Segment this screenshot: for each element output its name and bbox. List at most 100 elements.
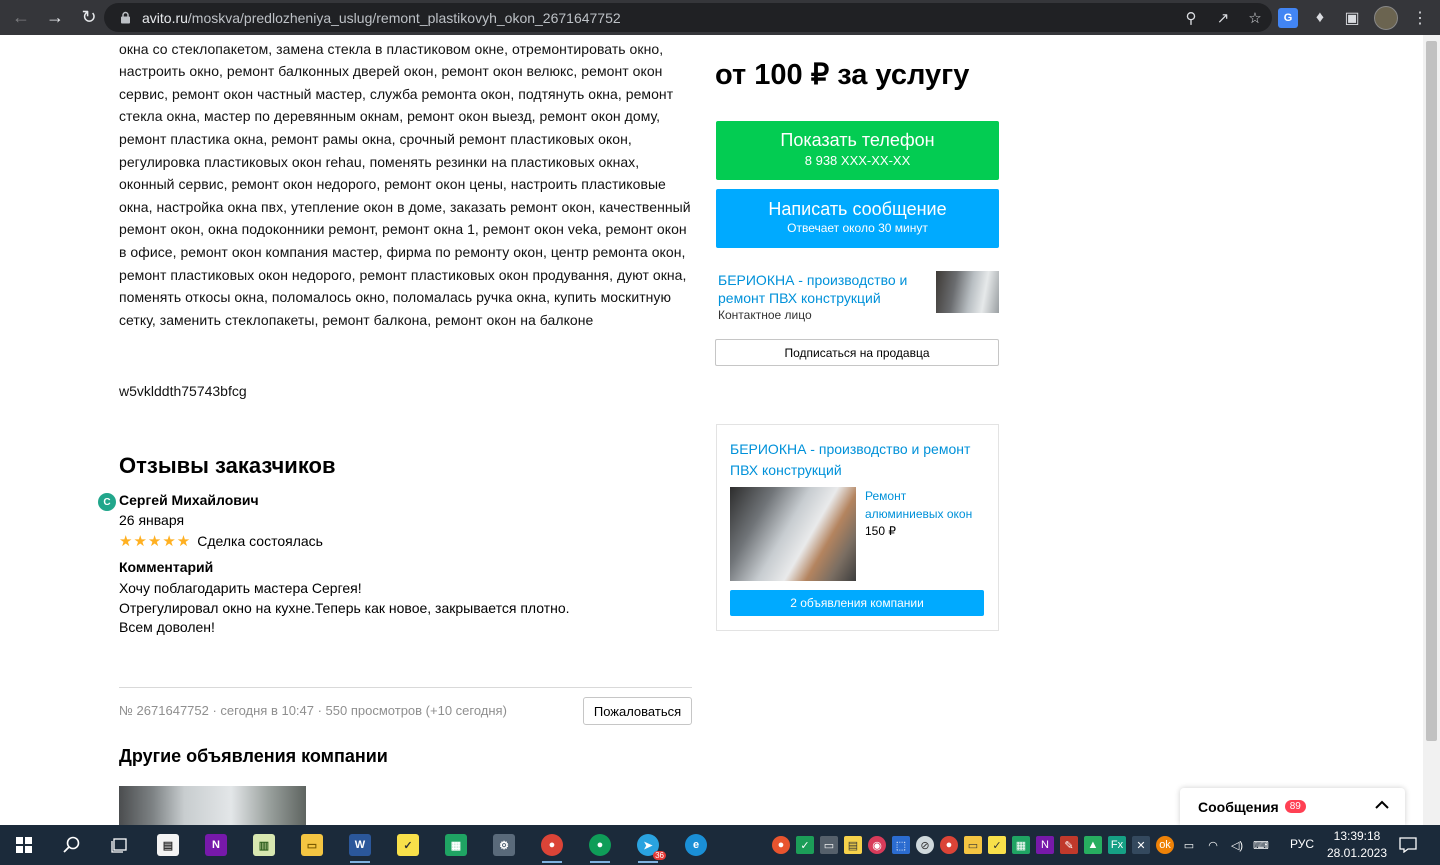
seller-name-link[interactable]: БЕРИОКНА - производство и ремонт ПВХ кон…: [718, 271, 928, 307]
review-comment: Хочу поблагодарить мастера Сергея! Отрег…: [119, 579, 570, 638]
write-message-button[interactable]: Написать сообщение Отвечает около 30 мин…: [716, 189, 999, 248]
chrome-profile-icon[interactable]: ●: [576, 825, 624, 865]
system-tray: ● ✓ ▭ ▤ ◉ ⬚ ⊘ ● ▭ ✓ ▦ N ✎ ▲ Fx ✕ ok ▭ ◠ …: [772, 825, 1270, 865]
company-ad-photo[interactable]: [730, 487, 856, 581]
write-message-label: Написать сообщение: [768, 199, 947, 219]
menu-kebab-icon[interactable]: ⋮: [1410, 8, 1430, 28]
volume-icon[interactable]: ◁): [1228, 836, 1246, 854]
messages-panel[interactable]: Сообщения 89: [1180, 788, 1405, 825]
divider: [119, 687, 692, 688]
chevron-up-icon[interactable]: [1375, 797, 1389, 813]
sheets-icon[interactable]: ▦: [432, 825, 480, 865]
tray-close-icon[interactable]: ✕: [1132, 836, 1150, 854]
subscribe-button[interactable]: Подписаться на продавца: [715, 339, 999, 366]
url-host: avito.ru: [142, 9, 188, 26]
google-translate-icon[interactable]: G: [1278, 7, 1298, 28]
side-panel-icon[interactable]: ▣: [1342, 8, 1362, 28]
company-ad-price: 150 ₽: [865, 524, 896, 538]
seller-role: Контактное лицо: [718, 308, 812, 322]
tray-chrome-icon[interactable]: ●: [940, 836, 958, 854]
reviewer-name: Сергей Михайлович: [119, 492, 259, 508]
extensions-puzzle-icon[interactable]: ♦: [1310, 8, 1330, 28]
windows-start-icon[interactable]: [0, 825, 48, 865]
tray-block-icon[interactable]: ⊘: [916, 836, 934, 854]
chrome-icon[interactable]: ●: [528, 825, 576, 865]
company-name-link[interactable]: БЕРИОКНА - производство и ремонт ПВХ кон…: [730, 439, 988, 481]
profile-avatar-icon[interactable]: [1374, 5, 1398, 30]
rating-stars-icon: ★★★★★: [119, 533, 192, 550]
reload-icon[interactable]: ↻: [72, 1, 106, 35]
tray-shield-icon[interactable]: ✓: [796, 836, 814, 854]
tray-fx-icon[interactable]: Fx: [1108, 836, 1126, 854]
tray-onenote-icon[interactable]: N: [1036, 836, 1054, 854]
address-bar[interactable]: avito.ru/moskva/predlozheniya_uslug/remo…: [104, 3, 1272, 32]
bookmark-star-icon[interactable]: ☆: [1246, 9, 1264, 27]
task-view-icon[interactable]: [96, 825, 144, 865]
company-card: БЕРИОКНА - производство и ремонт ПВХ кон…: [716, 424, 999, 631]
reviews-title: Отзывы заказчиков: [119, 453, 336, 478]
taskbar-clock[interactable]: 13:39:18 28.01.2023: [1326, 828, 1388, 862]
scrollbar-thumb[interactable]: [1426, 41, 1437, 741]
file-explorer-icon[interactable]: ▭: [288, 825, 336, 865]
tray-record-icon[interactable]: ◉: [868, 836, 886, 854]
url-text: avito.ru/moskva/predlozheniya_uslug/remo…: [142, 10, 621, 26]
company-ads-button[interactable]: 2 объявления компании: [730, 590, 984, 616]
listing-description: ремонт окон, специалист по ремонту окон,…: [119, 40, 691, 328]
listing-meta: № 2671647752 · сегодня в 10:47 · 550 про…: [119, 703, 507, 718]
tray-monitor-icon[interactable]: ▭: [820, 836, 838, 854]
battery-icon[interactable]: ▭: [1180, 836, 1198, 854]
response-time: Отвечает около 30 минут: [787, 221, 928, 235]
notification-center-icon[interactable]: [1398, 835, 1418, 855]
tray-tool-icon[interactable]: ✎: [1060, 836, 1078, 854]
comment-line: Всем доволен!: [119, 619, 215, 635]
tray-browser-icon[interactable]: ●: [772, 836, 790, 854]
wifi-icon[interactable]: ◠: [1204, 836, 1222, 854]
zoom-icon[interactable]: ⚲: [1182, 9, 1200, 27]
lock-icon[interactable]: [118, 11, 132, 25]
notepad-icon[interactable]: ▤: [144, 825, 192, 865]
forward-icon[interactable]: →: [38, 1, 72, 35]
page-content: ремонт окон, специалист по ремонту окон,…: [0, 35, 1423, 825]
listing-code: w5vklddth75743bfcg: [119, 383, 247, 399]
show-phone-button[interactable]: Показать телефон 8 938 XXX-XX-XX: [716, 121, 999, 180]
reviewer-avatar: С: [98, 493, 116, 511]
messages-count-badge: 89: [1284, 800, 1306, 813]
telegram-badge: 36: [653, 851, 666, 860]
messages-label: Сообщения: [1198, 798, 1279, 815]
tray-notes-icon[interactable]: ▤: [844, 836, 862, 854]
tray-sheets-icon[interactable]: ▦: [1012, 836, 1030, 854]
company-ad-title[interactable]: Ремонт алюминиевых окон: [865, 487, 985, 523]
keyboard-icon[interactable]: ⌨: [1252, 836, 1270, 854]
tray-odnoklassniki-icon[interactable]: ok: [1156, 836, 1174, 854]
clock-time: 13:39:18: [1333, 829, 1381, 843]
tray-screenshot-icon[interactable]: ⬚: [892, 836, 910, 854]
comment-line: Хочу поблагодарить мастера Сергея!: [119, 580, 362, 596]
sticky-notes-icon[interactable]: ✓: [384, 825, 432, 865]
review-rating: ★★★★★ Сделка состоялась: [119, 532, 323, 550]
seller-photo[interactable]: [936, 271, 999, 313]
show-phone-label: Показать телефон: [780, 130, 935, 150]
url-path: /moskva/predlozheniya_uslug/remont_plast…: [187, 9, 621, 26]
telegram-icon[interactable]: ➤ 36: [624, 825, 672, 865]
share-icon[interactable]: ↗: [1214, 9, 1232, 27]
other-ad-thumbnail[interactable]: [119, 786, 306, 825]
word-icon[interactable]: W: [336, 825, 384, 865]
settings-app-icon[interactable]: ⚙: [480, 825, 528, 865]
phone-masked: 8 938 XXX-XX-XX: [804, 153, 911, 168]
page-scrollbar[interactable]: [1423, 35, 1440, 825]
back-icon[interactable]: ←: [4, 1, 38, 35]
complain-button[interactable]: Пожаловаться: [583, 697, 692, 725]
tray-folder-icon[interactable]: ▭: [964, 836, 982, 854]
tray-triangle-icon[interactable]: ▲: [1084, 836, 1102, 854]
onenote-icon[interactable]: N: [192, 825, 240, 865]
search-icon[interactable]: [48, 825, 96, 865]
windows-taskbar: ▤ N ▥ ▭ W ✓ ▦ ⚙ ● ● ➤ 36 e ● ✓ ▭ ▤ ◉ ⬚ ⊘ …: [0, 825, 1440, 865]
tray-sticky-icon[interactable]: ✓: [988, 836, 1006, 854]
other-ads-title: Другие объявления компании: [119, 746, 388, 766]
edge-icon[interactable]: e: [672, 825, 720, 865]
input-language[interactable]: РУС: [1290, 837, 1314, 851]
review-date: 26 января: [119, 512, 185, 528]
comment-line: Отрегулировал окно на кухне.Теперь как н…: [119, 599, 570, 616]
chart-app-icon[interactable]: ▥: [240, 825, 288, 865]
service-price: от 100 ₽ за услугу: [715, 59, 970, 91]
